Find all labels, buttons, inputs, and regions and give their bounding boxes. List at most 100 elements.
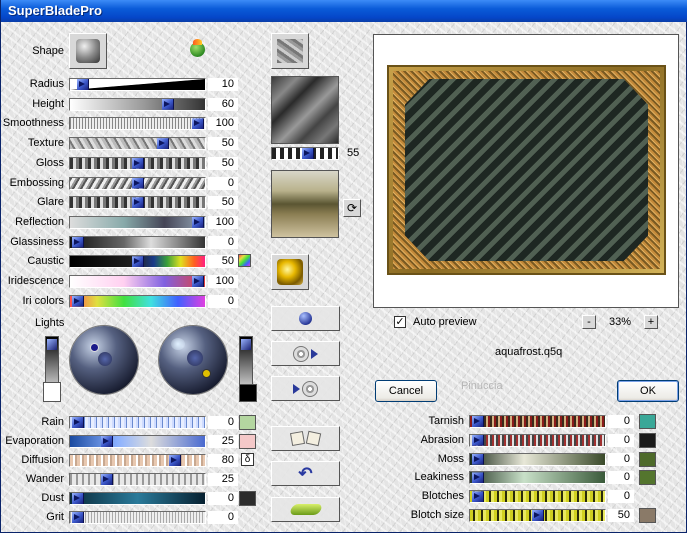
- radius-slider-thumb[interactable]: [77, 79, 89, 90]
- smoothness-value[interactable]: 100: [208, 117, 238, 131]
- smoothness-slider-thumb[interactable]: [192, 118, 204, 130]
- shape-button[interactable]: [69, 33, 107, 69]
- rain-value[interactable]: 0: [208, 416, 238, 429]
- reflection-value[interactable]: 100: [208, 215, 238, 229]
- ok-button[interactable]: OK: [617, 380, 679, 402]
- auto-preview-checkbox[interactable]: ✓: [394, 316, 406, 328]
- evaporation-value[interactable]: 25: [208, 435, 238, 448]
- caustic-value[interactable]: 50: [208, 255, 238, 269]
- evaporation-color-swatch[interactable]: [239, 434, 256, 449]
- blotch-size-value[interactable]: 50: [608, 509, 634, 522]
- glassiness-slider[interactable]: [69, 235, 206, 249]
- glassiness-value[interactable]: 0: [208, 235, 238, 249]
- caustic-slider[interactable]: [69, 255, 206, 269]
- preview-image[interactable]: [387, 65, 666, 275]
- evaporation-slider[interactable]: [69, 435, 206, 448]
- rain-slider-thumb[interactable]: [72, 417, 84, 428]
- grit-slider-thumb[interactable]: [72, 512, 84, 523]
- texture-value[interactable]: 50: [208, 137, 238, 151]
- undo-button[interactable]: ↶: [271, 461, 340, 486]
- leakiness-slider-thumb[interactable]: [472, 472, 484, 484]
- embossing-value[interactable]: 0: [208, 176, 238, 190]
- wander-slider[interactable]: [69, 473, 206, 486]
- dust-slider[interactable]: [69, 492, 206, 505]
- environment-preview[interactable]: [271, 170, 339, 238]
- blotch-size-color-swatch[interactable]: [639, 508, 656, 523]
- height-value[interactable]: 60: [208, 97, 238, 111]
- grit-slider[interactable]: [69, 511, 206, 524]
- texture-scale-thumb[interactable]: [302, 148, 314, 159]
- radius-value[interactable]: 10: [208, 78, 238, 91]
- iridescence-slider-thumb[interactable]: [192, 276, 204, 287]
- blotches-value[interactable]: 0: [608, 490, 634, 504]
- apple-logo-icon[interactable]: [190, 39, 205, 57]
- abrasion-slider[interactable]: [469, 433, 606, 447]
- tarnish-slider[interactable]: [469, 415, 606, 428]
- light-left-handle[interactable]: [90, 343, 99, 352]
- caustic-slider-thumb[interactable]: [132, 256, 144, 268]
- rain-slider[interactable]: [69, 416, 206, 429]
- zoom-in-button[interactable]: +: [644, 315, 658, 329]
- abrasion-value[interactable]: 0: [608, 433, 634, 447]
- leakiness-color-swatch[interactable]: [639, 470, 656, 486]
- caustic-color-swatch[interactable]: [238, 254, 251, 267]
- diffusion-slider[interactable]: [69, 454, 206, 467]
- grit-value[interactable]: 0: [208, 511, 238, 524]
- gloss-slider[interactable]: [69, 156, 206, 170]
- glare-slider-thumb[interactable]: [132, 197, 144, 209]
- moss-color-swatch[interactable]: [639, 451, 656, 467]
- moss-slider-thumb[interactable]: [472, 453, 484, 465]
- wander-slider-thumb[interactable]: [101, 474, 113, 485]
- leakiness-slider[interactable]: [469, 471, 606, 485]
- embossing-slider-thumb[interactable]: [132, 177, 144, 189]
- iridescence-slider[interactable]: [69, 275, 206, 288]
- texture-slider[interactable]: [69, 137, 206, 151]
- gloss-value[interactable]: 50: [208, 156, 238, 170]
- save-preset-button[interactable]: [271, 376, 340, 401]
- moss-slider[interactable]: [469, 452, 606, 466]
- dust-slider-thumb[interactable]: [72, 493, 84, 504]
- randomize-button[interactable]: [271, 426, 340, 451]
- moss-value[interactable]: 0: [608, 452, 634, 466]
- dust-color-swatch[interactable]: [239, 491, 256, 506]
- light-left-sphere[interactable]: [70, 326, 138, 394]
- smoothness-slider[interactable]: [69, 117, 206, 131]
- glare-slider[interactable]: [69, 196, 206, 210]
- tarnish-slider-thumb[interactable]: [472, 416, 484, 427]
- diffusion-slider-thumb[interactable]: [169, 455, 181, 466]
- diffusion-value[interactable]: 80: [208, 454, 238, 467]
- blotch-size-slider[interactable]: [469, 509, 606, 522]
- caustic-preset-button[interactable]: [271, 254, 309, 290]
- wander-value[interactable]: 25: [208, 473, 238, 486]
- load-preset-button[interactable]: [271, 341, 340, 366]
- tarnish-value[interactable]: 0: [608, 415, 634, 428]
- tarnish-color-swatch[interactable]: [639, 414, 656, 429]
- blotches-slider[interactable]: [469, 490, 606, 504]
- height-slider-thumb[interactable]: [162, 98, 174, 110]
- blotch-size-slider-thumb[interactable]: [532, 510, 544, 521]
- render-sphere-button[interactable]: [271, 306, 340, 331]
- gloss-slider-thumb[interactable]: [132, 157, 144, 169]
- light-left-color-swatch[interactable]: [43, 382, 61, 402]
- blotches-slider-thumb[interactable]: [472, 491, 484, 503]
- dust-value[interactable]: 0: [208, 492, 238, 505]
- glassiness-slider-thumb[interactable]: [72, 236, 84, 248]
- light-right-sphere[interactable]: [159, 326, 227, 394]
- iri-colors-value[interactable]: 0: [208, 294, 238, 308]
- wave-button[interactable]: [271, 497, 340, 522]
- light-right-handle[interactable]: [202, 369, 211, 378]
- texture-preview[interactable]: [271, 76, 339, 144]
- refresh-environment-button[interactable]: ⟳: [343, 199, 361, 217]
- texture-preset-button[interactable]: [271, 33, 309, 69]
- iri-colors-slider[interactable]: [69, 294, 206, 308]
- abrasion-color-swatch[interactable]: [639, 432, 656, 448]
- iri-colors-slider-thumb[interactable]: [72, 295, 84, 307]
- diffusion-target-icon[interactable]: δ: [241, 453, 254, 466]
- embossing-slider[interactable]: [69, 176, 206, 190]
- evaporation-slider-thumb[interactable]: [101, 436, 113, 447]
- zoom-out-button[interactable]: -: [582, 315, 596, 329]
- leakiness-value[interactable]: 0: [608, 471, 634, 485]
- reflection-slider[interactable]: [69, 215, 206, 229]
- height-slider[interactable]: [69, 97, 206, 111]
- rain-color-swatch[interactable]: [239, 415, 256, 430]
